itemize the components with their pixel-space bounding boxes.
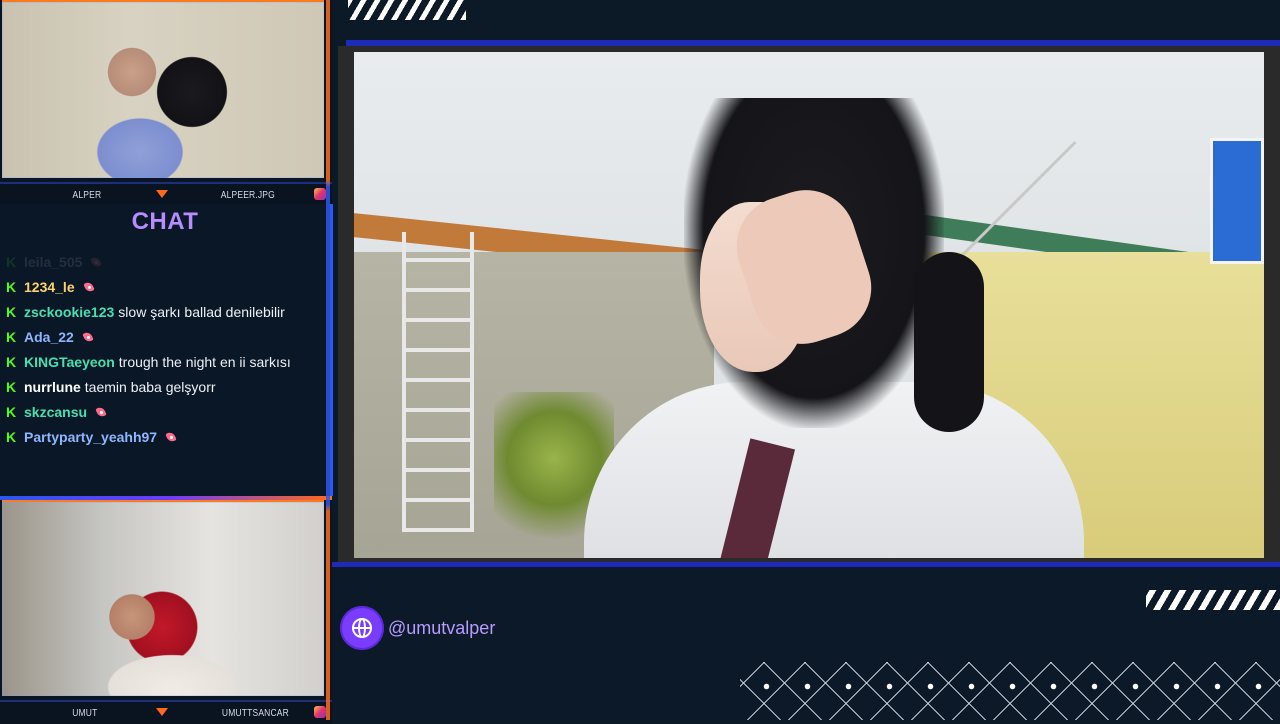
chat-username[interactable]: KINGTaeyeon <box>24 354 115 370</box>
chat-username[interactable]: zsckookie123 <box>24 304 114 320</box>
left-column: ALPER ALPEER.JPG CHAT leila_505 1234_lezs… <box>0 0 333 724</box>
kick-icon <box>6 379 18 396</box>
webcam-bottom-namebar: UMUT UMUTTSANCAR <box>0 700 332 724</box>
webcam-top <box>2 0 324 178</box>
left-accent-line <box>326 0 330 720</box>
social-handle-text: @umutvalper <box>388 617 496 638</box>
chat-panel: CHAT leila_505 1234_le zsckookie123slow şa… <box>0 204 333 496</box>
triangle-icon <box>156 190 168 198</box>
chat-username[interactable]: skzcansu <box>24 404 87 420</box>
top-strip <box>338 0 1280 44</box>
subscriber-badge-icon <box>95 405 107 419</box>
webcam-bottom-left-label: UMUT <box>72 707 98 719</box>
chat-message-list: leila_505 1234_le zsckookie123slow şarkı b… <box>6 254 306 454</box>
chat-username[interactable]: nurrlune <box>24 379 81 395</box>
kick-icon <box>6 429 18 446</box>
chat-username[interactable]: Ada_22 <box>24 329 74 345</box>
webcam-top-namebar: ALPER ALPEER.JPG <box>0 182 332 206</box>
chat-message-text: trough the night en ii sarkısı <box>118 354 291 370</box>
globe-icon <box>340 606 384 650</box>
kick-icon <box>6 254 18 271</box>
chat-message: Partyparty_yeahh97 <box>6 429 306 446</box>
chat-username[interactable]: leila_505 <box>24 254 82 270</box>
bottom-blue-line <box>332 562 1280 567</box>
kick-icon <box>6 304 18 321</box>
chat-message: skzcansu <box>6 404 306 421</box>
kick-icon <box>6 279 18 296</box>
instagram-icon <box>314 706 326 718</box>
subscriber-badge-icon <box>82 330 94 344</box>
decorative-lattice-dots <box>740 662 1280 720</box>
webcam-top-right-label: ALPEER.JPG <box>220 189 275 201</box>
instagram-icon <box>314 188 326 200</box>
chat-message: 1234_le <box>6 279 306 296</box>
chat-message-text: slow şarkı ballad denilebilir <box>118 304 285 320</box>
chat-message: Ada_22 <box>6 329 306 346</box>
chat-message: nurrlunetaemin baba gelşyorr <box>6 379 306 396</box>
decorative-stripes-bottom <box>1146 590 1280 610</box>
chat-message: leila_505 <box>6 254 306 271</box>
video-player[interactable] <box>354 52 1264 558</box>
subscriber-badge-icon <box>165 430 177 444</box>
webcam-bottom <box>2 500 324 696</box>
subscriber-badge-icon <box>83 280 95 294</box>
social-handle: @umutvalper <box>340 605 495 651</box>
kick-icon <box>6 329 18 346</box>
subscriber-badge-icon <box>90 255 102 269</box>
chat-username[interactable]: 1234_le <box>24 279 75 295</box>
kick-icon <box>6 404 18 421</box>
chat-message-text: taemin baba gelşyorr <box>84 379 216 395</box>
chat-username[interactable]: Partyparty_yeahh97 <box>24 429 157 445</box>
webcam-top-left-label: ALPER <box>72 189 102 201</box>
triangle-icon <box>156 708 168 716</box>
webcam-bottom-right-label: UMUTTSANCAR <box>221 707 289 719</box>
kick-icon <box>6 354 18 371</box>
chat-title: CHAT <box>131 208 199 235</box>
chat-message: KINGTaeyeontrough the night en ii sarkıs… <box>6 354 306 371</box>
chat-message: zsckookie123slow şarkı ballad denilebili… <box>6 304 306 321</box>
decorative-stripes-top <box>348 0 466 20</box>
